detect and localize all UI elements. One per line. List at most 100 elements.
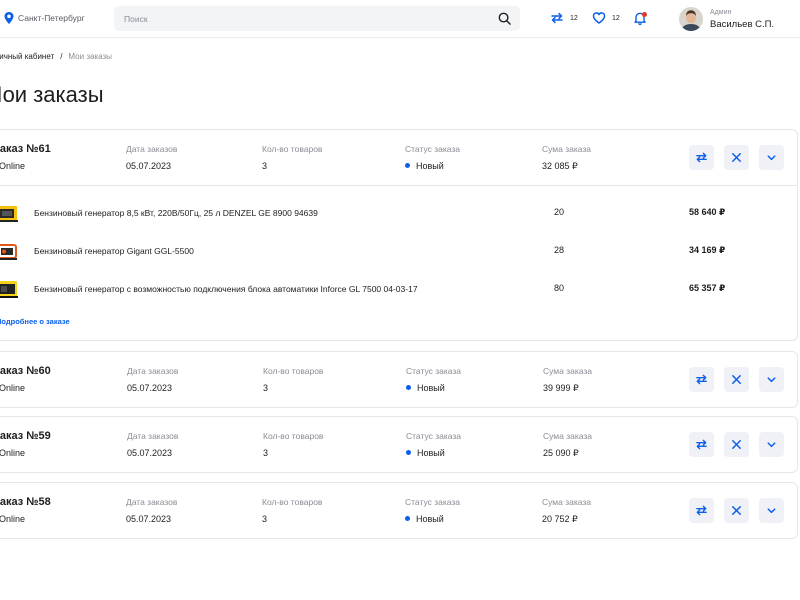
search-input[interactable] [124, 6, 484, 31]
close-icon [732, 375, 741, 384]
order-date: 05.07.2023 [127, 383, 173, 393]
order-channel: Online [0, 514, 26, 524]
product-price: 58 640 ₽ [689, 207, 726, 217]
order-status: Новый [405, 514, 444, 524]
repeat-order-button[interactable] [689, 432, 714, 457]
order-header[interactable]: Заказ №59 Online Дата заказов 05.07.2023… [0, 417, 797, 472]
expand-order-button[interactable] [759, 145, 784, 170]
order-date: 05.07.2023 [127, 448, 173, 458]
compare-button[interactable]: 12 [550, 11, 578, 25]
search-icon[interactable] [498, 12, 511, 25]
repeat-icon [696, 152, 707, 163]
order-count-label: Кол-во товаров [263, 431, 324, 441]
order-status-label: Статус заказа [405, 144, 461, 154]
city-label: Санкт-Петербург [18, 13, 85, 23]
expand-order-button[interactable] [759, 498, 784, 523]
favorites-count: 12 [612, 14, 620, 22]
location-pin-icon [4, 12, 14, 24]
chevron-down-icon [767, 442, 776, 448]
notifications-button[interactable] [633, 11, 647, 25]
repeat-order-button[interactable] [689, 145, 714, 170]
cancel-order-button[interactable] [724, 432, 749, 457]
search-bar [114, 6, 520, 31]
avatar[interactable] [679, 7, 703, 31]
order-status-text: Новый [417, 448, 445, 458]
order-date: 05.07.2023 [126, 514, 172, 524]
order-items: Бензиновый генератор 8,5 кВт, 220В/50Гц,… [0, 185, 797, 340]
product-image[interactable] [0, 277, 19, 301]
list-item: Бензиновый генератор Gigant GGL-5500 28 … [0, 237, 799, 267]
chevron-up-icon [767, 155, 776, 161]
order-status: Новый [405, 161, 444, 171]
notification-dot [642, 12, 647, 17]
cancel-order-button[interactable] [724, 145, 749, 170]
order-count-label: Кол-во товаров [262, 497, 323, 507]
cancel-order-button[interactable] [724, 498, 749, 523]
order-details-link[interactable]: Подробнее о заказе [0, 317, 70, 326]
order-date-label: Дата заказов [127, 431, 179, 441]
repeat-icon [696, 374, 707, 385]
close-icon [732, 506, 741, 515]
order-channel: Online [0, 383, 26, 393]
product-quantity: 20 [554, 207, 565, 217]
breadcrumb-home[interactable]: Личный кабинет [0, 52, 54, 61]
compare-arrows-icon [551, 12, 563, 24]
order-status-text: Новый [416, 161, 444, 171]
order-status: Новый [406, 383, 445, 393]
order-sum: 32 085 ₽ [542, 161, 578, 171]
order-card: Заказ №59 Online Дата заказов 05.07.2023… [0, 416, 798, 473]
expand-order-button[interactable] [759, 367, 784, 392]
repeat-order-button[interactable] [689, 498, 714, 523]
order-header[interactable]: Заказ №60 Online Дата заказов 05.07.2023… [0, 352, 797, 407]
order-date-label: Дата заказов [126, 144, 178, 154]
breadcrumb: Личный кабинет / Мои заказы [0, 52, 112, 61]
order-status-label: Статус заказа [406, 366, 462, 376]
status-dot [406, 385, 411, 390]
order-count-label: Кол-во товаров [263, 366, 324, 376]
order-title: Заказ №61 [0, 143, 51, 155]
order-status-text: Новый [417, 383, 445, 393]
product-image[interactable] [0, 239, 19, 263]
order-count: 3 [263, 383, 269, 393]
product-name[interactable]: Бензиновый генератор Gigant GGL-5500 [34, 246, 194, 256]
order-count: 3 [262, 161, 268, 171]
top-header: Санкт-Петербург 12 12 Админ Васильев С.П… [0, 0, 800, 38]
repeat-icon [696, 505, 707, 516]
user-photo [679, 7, 703, 31]
order-sum-label: Сума заказа [542, 144, 592, 154]
product-image[interactable] [0, 201, 19, 225]
expand-order-button[interactable] [759, 432, 784, 457]
user-role: Админ [710, 9, 732, 16]
user-name[interactable]: Васильев С.П. [710, 19, 774, 30]
order-date: 05.07.2023 [126, 161, 172, 171]
product-quantity: 80 [554, 283, 565, 293]
order-status-label: Статус заказа [405, 497, 461, 507]
chevron-down-icon [767, 377, 776, 383]
order-count: 3 [263, 448, 269, 458]
order-card: Заказ №60 Online Дата заказов 05.07.2023… [0, 351, 798, 408]
product-price: 34 169 ₽ [689, 245, 726, 255]
close-icon [732, 440, 741, 449]
order-channel: Online [0, 161, 26, 171]
repeat-order-button[interactable] [689, 367, 714, 392]
product-name[interactable]: Бензиновый генератор с возможностью подк… [34, 284, 418, 294]
list-item: Бензиновый генератор 8,5 кВт, 220В/50Гц,… [0, 199, 799, 229]
repeat-icon [696, 439, 707, 450]
order-header[interactable]: Заказ №58 Online Дата заказов 05.07.2023… [0, 483, 797, 538]
heart-icon [592, 12, 606, 24]
breadcrumb-current: Мои заказы [68, 52, 112, 61]
status-dot [405, 516, 410, 521]
cancel-order-button[interactable] [724, 367, 749, 392]
list-item: Бензиновый генератор с возможностью подк… [0, 275, 799, 305]
order-sum: 20 752 ₽ [542, 514, 578, 524]
order-title: Заказ №58 [0, 496, 51, 508]
order-count-label: Кол-во товаров [262, 144, 323, 154]
favorites-button[interactable]: 12 [592, 11, 620, 25]
city-selector[interactable]: Санкт-Петербург [4, 12, 85, 24]
product-name[interactable]: Бензиновый генератор 8,5 кВт, 220В/50Гц,… [34, 208, 318, 218]
order-header[interactable]: Заказ №61 Online Дата заказов 05.07.2023… [0, 130, 797, 185]
order-date-label: Дата заказов [127, 366, 179, 376]
breadcrumb-separator: / [60, 52, 63, 61]
order-channel: Online [0, 448, 26, 458]
order-card: Заказ №58 Online Дата заказов 05.07.2023… [0, 482, 798, 539]
